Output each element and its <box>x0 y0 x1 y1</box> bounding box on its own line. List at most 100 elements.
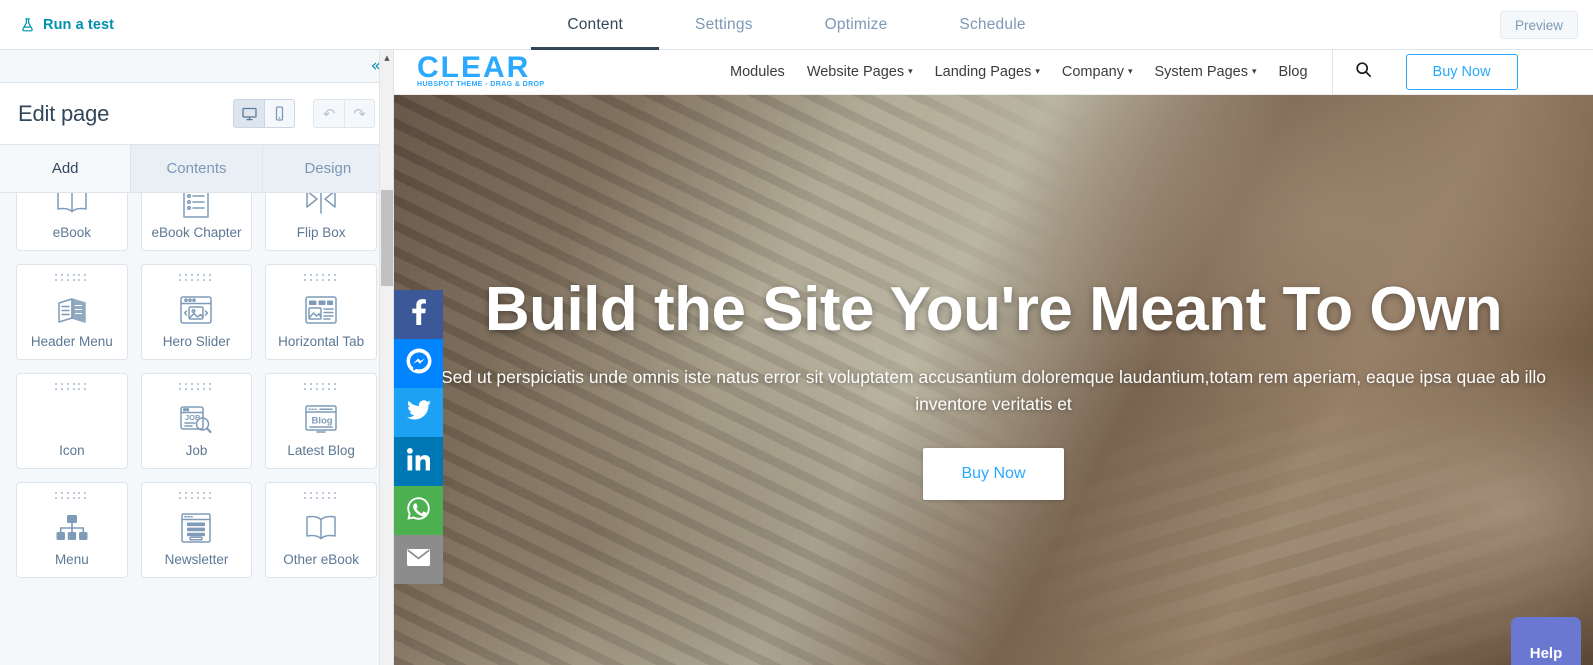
module-tile-other-ebook[interactable]: Other eBook <box>265 482 377 578</box>
site-menu-item-modules[interactable]: Modules <box>730 64 785 80</box>
drag-handle-icon[interactable] <box>304 274 338 282</box>
svg-text:JOB: JOB <box>185 413 201 422</box>
hero-title: Build the Site You're Meant To Own <box>484 275 1503 344</box>
tab-settings-label: Settings <box>695 16 753 33</box>
site-logo[interactable]: CLEAR HUBSPOT THEME - DRAG & DROP <box>417 52 567 89</box>
chevron-down-icon: ▾ <box>1127 66 1133 77</box>
site-menu-item-system-pages[interactable]: System Pages ▾ <box>1154 64 1256 80</box>
device-preview-toggle <box>233 99 295 128</box>
tab-content[interactable]: Content <box>531 0 659 50</box>
mobile-icon <box>274 106 285 121</box>
scrollbar-thumb[interactable] <box>381 190 393 286</box>
chevron-down-icon: ▾ <box>1251 66 1257 77</box>
module-tile-horizontal-tab[interactable]: Horizontal Tab <box>265 264 377 360</box>
module-tile-label: eBook <box>52 225 91 241</box>
sidebar-tab-add-label: Add <box>51 160 79 177</box>
sidebar-tab-bar: Add Contents Design <box>0 145 393 193</box>
module-tile-label: Menu <box>54 552 89 568</box>
site-menu-item-company[interactable]: Company ▾ <box>1062 64 1133 80</box>
module-list-scroll-area[interactable]: eBook eBook Chapter Flip Box Header Menu Her… <box>0 193 393 665</box>
module-tile-flip-box[interactable]: Flip Box <box>265 193 377 251</box>
site-search-button[interactable] <box>1331 50 1394 95</box>
site-menu: Modules Website Pages ▾ Landing Pages ▾ Compa… <box>730 64 1308 80</box>
search-icon <box>1355 61 1372 83</box>
preview-button[interactable]: Preview <box>1499 11 1578 39</box>
sidebar-tab-contents-label: Contents <box>166 160 227 177</box>
page-preview-frame: CLEAR HUBSPOT THEME - DRAG & DROP Module… <box>394 50 1593 665</box>
drag-handle-icon[interactable] <box>304 383 338 391</box>
tab-schedule[interactable]: Schedule <box>923 0 1061 50</box>
module-tile-label: Horizontal Tab <box>278 334 365 350</box>
site-menu-item-label: Company <box>1061 64 1124 80</box>
drag-handle-icon[interactable] <box>54 492 89 500</box>
sidebar-tab-add[interactable]: Add <box>0 145 132 192</box>
blank-icon <box>57 393 87 444</box>
module-tile-hero-slider[interactable]: Hero Slider <box>140 264 253 360</box>
tab-content-label: Content <box>567 16 624 33</box>
module-tile-newsletter[interactable]: Newsletter <box>140 482 253 578</box>
newsletter-icon <box>179 502 213 553</box>
tab-optimize[interactable]: Optimize <box>789 0 924 50</box>
site-menu-item-label: Landing Pages <box>934 64 1032 80</box>
whatsapp-icon <box>406 496 431 526</box>
social-share-facebook-button[interactable] <box>394 290 443 339</box>
sidebar-collapse-bar: « <box>0 50 393 83</box>
module-tile-label: Latest Blog <box>287 443 355 459</box>
chevron-down-icon: ▾ <box>908 66 913 77</box>
social-share-whatsapp-button[interactable] <box>394 486 443 535</box>
module-tile-job[interactable]: JOB Job <box>140 373 253 469</box>
chevron-down-icon: ▾ <box>1035 66 1040 77</box>
module-tile-ebook-chapter[interactable]: eBook Chapter <box>140 193 253 251</box>
module-grid: eBook eBook Chapter Flip Box Header Menu Her… <box>16 193 377 578</box>
scroll-up-arrow[interactable]: ▲ <box>380 50 394 66</box>
job-search-icon: JOB <box>177 393 215 444</box>
module-tile-label: Flip Box <box>296 225 346 241</box>
hero-subtitle: Sed ut perspiciatis unde omnis iste natu… <box>440 367 1547 415</box>
module-tile-ebook[interactable]: eBook <box>16 193 128 251</box>
sidebar-tab-design[interactable]: Design <box>262 145 393 192</box>
sidebar-tab-contents[interactable]: Contents <box>131 145 263 192</box>
tab-settings[interactable]: Settings <box>659 0 789 50</box>
drag-handle-icon[interactable] <box>304 492 338 500</box>
module-tile-label: Header Menu <box>30 334 113 350</box>
module-tile-latest-blog[interactable]: Blog Latest Blog <box>265 373 377 469</box>
help-button-label: Help <box>1529 645 1563 662</box>
help-button[interactable]: Help <box>1511 617 1581 665</box>
undo-button[interactable]: ↶ <box>313 99 344 128</box>
site-menu-item-landing-pages[interactable]: Landing Pages ▾ <box>935 64 1040 80</box>
site-menu-item-website-pages[interactable]: Website Pages ▾ <box>807 64 913 80</box>
preview-button-label: Preview <box>1514 17 1563 33</box>
drag-handle-icon[interactable] <box>179 274 213 282</box>
redo-button[interactable]: ↷ <box>344 99 375 128</box>
nav-buy-now-label: Buy Now <box>1432 64 1491 80</box>
book-open-icon <box>301 502 341 553</box>
social-share-email-button[interactable] <box>394 535 443 584</box>
drag-handle-icon[interactable] <box>179 492 213 500</box>
social-share-twitter-button[interactable] <box>394 388 443 437</box>
desktop-view-button[interactable] <box>233 99 264 128</box>
module-tile-icon[interactable]: Icon <box>16 373 128 469</box>
folded-menu-icon <box>54 284 90 335</box>
site-menu-item-blog[interactable]: Blog <box>1279 64 1308 80</box>
module-tile-menu[interactable]: Menu <box>16 482 128 578</box>
tab-schedule-label: Schedule <box>959 16 1026 33</box>
sidebar-header: Edit page ↶ ↷ <box>0 83 393 145</box>
site-logo-tagline: HUBSPOT THEME - DRAG & DROP <box>417 81 545 89</box>
sidebar-scrollbar[interactable]: ▲ <box>379 50 393 665</box>
social-share-messenger-button[interactable] <box>394 339 443 388</box>
drag-handle-icon[interactable] <box>179 383 213 391</box>
flip-box-icon <box>301 193 341 226</box>
drag-handle-icon[interactable] <box>54 383 89 391</box>
hero-buy-now-label: Buy Now <box>961 465 1026 483</box>
module-tile-header-menu[interactable]: Header Menu <box>16 264 128 360</box>
hero-buy-now-button[interactable]: Buy Now <box>923 448 1064 501</box>
module-tile-label: Other eBook <box>283 552 360 568</box>
drag-handle-icon[interactable] <box>54 274 89 282</box>
site-menu-item-label: Modules <box>730 64 785 80</box>
svg-text:Blog: Blog <box>312 415 333 426</box>
nav-buy-now-button[interactable]: Buy Now <box>1405 54 1518 90</box>
site-menu-item-label: System Pages <box>1154 64 1248 80</box>
mobile-view-button[interactable] <box>264 99 295 128</box>
site-menu-item-label: Website Pages <box>806 64 905 80</box>
social-share-linkedin-button[interactable] <box>394 437 443 486</box>
